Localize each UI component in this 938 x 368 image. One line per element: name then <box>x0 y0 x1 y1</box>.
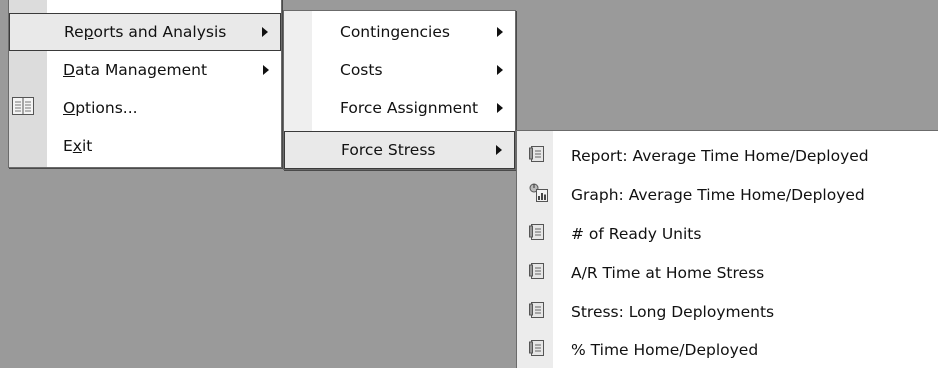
report-icon <box>529 223 545 245</box>
menu-item-graph-average-time[interactable]: Graph: Average Time Home/Deployed <box>517 176 938 214</box>
file-menu: Reports and Analysis Data Management Opt… <box>8 0 282 168</box>
menu-item-exit[interactable]: Exit <box>9 127 281 165</box>
menu-item-stress-long-deployments[interactable]: Stress: Long Deployments <box>517 293 938 331</box>
menu-item-label: Graph: Average Time Home/Deployed <box>571 186 865 204</box>
report-icon <box>529 145 545 167</box>
report-icon <box>529 339 545 361</box>
menu-item-ar-time-at-home-stress[interactable]: A/R Time at Home Stress <box>517 254 938 292</box>
menu-item-options[interactable]: Options... <box>9 89 281 127</box>
menu-item-label: Data Management <box>63 61 208 79</box>
force-stress-submenu: Report: Average Time Home/Deployed Graph… <box>516 130 938 368</box>
menu-item-label: Force Stress <box>341 141 436 159</box>
menu-item-contingencies[interactable]: Contingencies <box>284 13 515 51</box>
menu-item-label: Reports and Analysis <box>64 23 227 41</box>
report-icon <box>529 262 545 284</box>
menu-item-percent-time-home-deployed[interactable]: % Time Home/Deployed <box>517 331 938 368</box>
menu-item-ready-units[interactable]: # of Ready Units <box>517 215 938 253</box>
submenu-arrow-icon <box>262 27 268 37</box>
submenu-arrow-icon <box>496 145 502 155</box>
menu-item-label: Stress: Long Deployments <box>571 303 775 321</box>
options-book-icon <box>12 97 34 119</box>
submenu-arrow-icon <box>497 103 503 113</box>
menu-item-label: Exit <box>63 137 93 155</box>
menu-item-costs[interactable]: Costs <box>284 51 515 89</box>
submenu-arrow-icon <box>263 65 269 75</box>
menu-item-label: # of Ready Units <box>571 225 702 243</box>
application-background: Reports and Analysis Data Management Opt… <box>0 0 938 368</box>
menu-item-reports-and-analysis[interactable]: Reports and Analysis <box>9 13 281 51</box>
menu-item-label: % Time Home/Deployed <box>571 341 759 359</box>
submenu-arrow-icon <box>497 27 503 37</box>
graph-report-icon <box>529 183 549 207</box>
menu-item-force-assignment[interactable]: Force Assignment <box>284 89 515 127</box>
menu-item-label: Report: Average Time Home/Deployed <box>571 147 869 165</box>
menu-item-data-management[interactable]: Data Management <box>9 51 281 89</box>
report-icon <box>529 301 545 323</box>
menu-item-label: Contingencies <box>340 23 450 41</box>
submenu-arrow-icon <box>497 65 503 75</box>
menu-item-label: Options... <box>63 99 138 117</box>
menu-item-label: A/R Time at Home Stress <box>571 264 765 282</box>
menu-item-label: Costs <box>340 61 383 79</box>
reports-and-analysis-submenu: Contingencies Costs Force Assignment For… <box>283 10 516 170</box>
menu-item-report-average-time[interactable]: Report: Average Time Home/Deployed <box>517 137 938 175</box>
menu-item-label: Force Assignment <box>340 99 479 117</box>
menu-item-force-stress[interactable]: Force Stress <box>284 131 515 169</box>
